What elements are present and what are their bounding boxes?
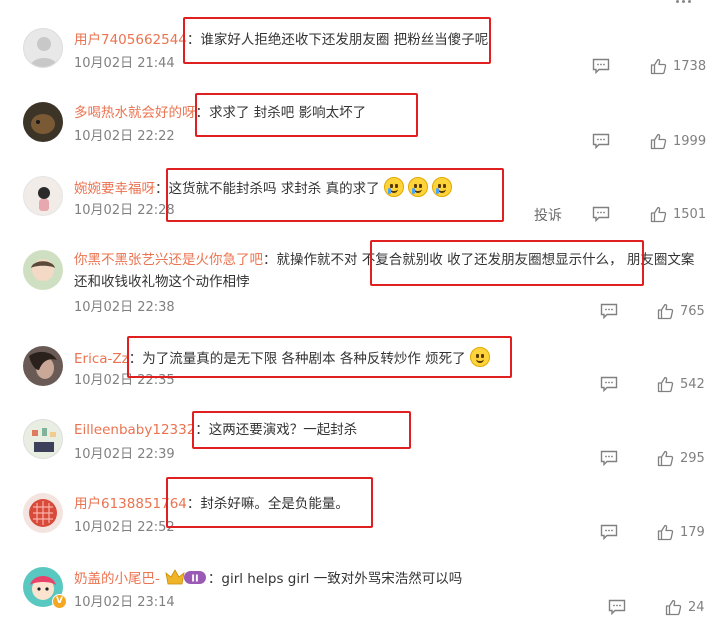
like-button[interactable]: 295 [657,448,705,468]
reply-button[interactable] [600,301,618,321]
username-link[interactable]: Erica-Zz [74,351,129,367]
comment-icon [592,206,610,222]
thumbs-up-icon [657,450,674,466]
highlight-box [192,411,411,449]
thumbs-up-icon [650,133,667,149]
comment-icon [600,450,618,466]
reply-button[interactable] [600,374,618,394]
highlight-box [127,336,512,378]
reply-button[interactable] [592,204,610,224]
reply-button[interactable] [592,56,610,76]
comment-date: 10月02日 23:14 [74,595,175,610]
comment-text-continued: 还和收钱收礼物这个动作相悖 [74,274,250,290]
comment-icon [600,376,618,392]
avatar[interactable] [23,346,63,386]
avatar[interactable] [23,176,63,216]
like-count: 179 [680,524,705,540]
comment-date: 10月02日 22:38 [74,300,175,315]
separator: ： [263,252,277,268]
avatar[interactable] [23,250,63,290]
like-button[interactable]: 1738 [650,56,706,76]
reply-button[interactable] [608,597,626,617]
username-link[interactable]: Eilleenbaby12332 [74,422,195,438]
avatar[interactable] [23,28,63,68]
username-link[interactable]: 你黑不黑张艺兴还是火你急了吧 [74,252,263,268]
reply-button[interactable] [592,131,610,151]
like-button[interactable]: 1501 [650,204,706,224]
reply-button[interactable] [600,448,618,468]
comment-icon [608,599,626,615]
comment-icon [600,524,618,540]
highlight-box [195,93,418,137]
thumbs-up-icon [650,206,667,222]
member-crown-icon[interactable]: II [164,568,208,592]
like-button[interactable]: 542 [657,374,705,394]
like-count: 1738 [673,58,707,74]
thumbs-up-icon [657,524,674,540]
avatar[interactable] [23,419,63,459]
comment-icon [592,58,610,74]
comment-line: 奶盖的小尾巴- II ：girl helps girl 一致对外骂宋浩然可以吗 [74,568,462,592]
username-link[interactable]: 多喝热水就会好的呀 [74,105,196,121]
comment-date: 10月02日 22:52 [74,520,175,535]
like-count: 1999 [673,133,707,149]
like-button[interactable]: 1999 [650,131,706,151]
highlight-box [166,168,504,222]
highlight-box [166,477,373,528]
comment-icon [600,303,618,319]
like-button[interactable]: 24 [665,597,705,617]
v-badge-icon: V [52,594,67,609]
avatar[interactable] [23,102,63,142]
thumbs-up-icon [657,376,674,392]
comment-date: 10月02日 22:22 [74,129,175,144]
username-link[interactable]: 奶盖的小尾巴- [74,571,160,587]
more-icon[interactable] [676,0,696,6]
username-link[interactable]: 用户7405662544 [74,32,187,48]
comment-date: 10月02日 22:28 [74,203,175,218]
comment-date: 10月02日 21:44 [74,56,175,71]
like-count: 24 [688,599,705,615]
username-link[interactable]: 婉婉要幸福呀 [74,181,155,197]
comment-text: girl helps girl 一致对外骂宋浩然可以吗 [221,571,463,587]
avatar[interactable] [23,493,63,533]
like-count: 542 [680,376,705,392]
like-count: 1501 [673,206,707,222]
highlight-box [183,17,491,64]
member-level: II [191,574,198,585]
separator: ： [207,571,222,587]
comment-icon [592,133,610,149]
report-link[interactable]: 投诉 [534,205,562,225]
like-button[interactable]: 765 [657,301,705,321]
comment-date: 10月02日 22:39 [74,447,175,462]
like-button[interactable]: 179 [657,522,705,542]
thumbs-up-icon [650,58,667,74]
reply-button[interactable] [600,522,618,542]
thumbs-up-icon [665,599,682,615]
like-count: 295 [680,450,705,466]
like-count: 765 [680,303,705,319]
thumbs-up-icon [657,303,674,319]
highlight-box [370,240,644,286]
